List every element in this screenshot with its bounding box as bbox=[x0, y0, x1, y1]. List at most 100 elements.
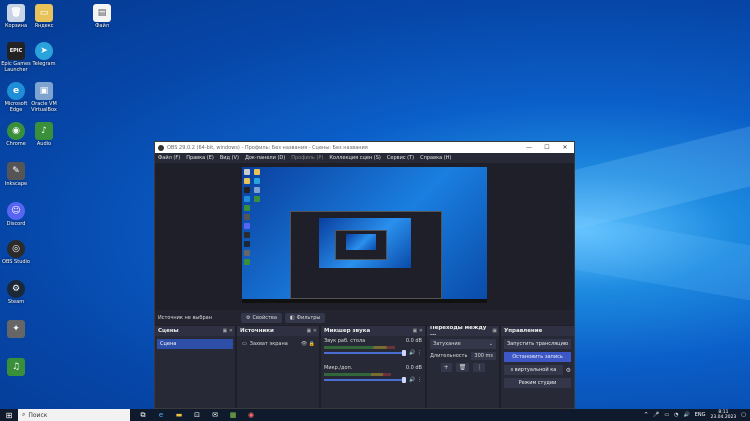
desktop-icon-steam[interactable]: ⚙ Steam bbox=[0, 280, 32, 305]
stop-recording-button[interactable]: Остановить запись bbox=[504, 352, 571, 362]
menu-docks[interactable]: Док-панели (D) bbox=[242, 155, 288, 161]
obs-taskbar-icon[interactable]: ◉ bbox=[242, 409, 260, 421]
transitions-dock: Переходы между ... ▣ Затухание ⌄ Длительно… bbox=[427, 326, 499, 408]
wallpaper-beam bbox=[575, 214, 750, 301]
scene-item[interactable]: Сцена bbox=[157, 339, 233, 349]
transition-select[interactable]: Затухание ⌄ bbox=[430, 339, 496, 349]
task-view-icon[interactable]: ⧉ bbox=[134, 409, 152, 421]
search-icon: ⌕ bbox=[22, 411, 26, 418]
system-tray: ^ 🎤 ▭ ◔ 🔊 ENG 8:11 23.04.2023 ▢ bbox=[644, 410, 750, 420]
window-title: OBS 29.0.2 (64-bit, windows) - Профиль: … bbox=[167, 144, 368, 151]
mic-icon[interactable]: 🎤 bbox=[653, 412, 659, 418]
taskbar: ⊞ ⌕ Поиск ⧉ e ▬ ⊡ ✉ ▦ ◉ ^ 🎤 ▭ ◔ 🔊 ENG 8:… bbox=[0, 409, 750, 421]
close-icon[interactable]: ✕ bbox=[556, 144, 574, 151]
preview-taskbar bbox=[242, 299, 487, 303]
visibility-eye-icon[interactable]: 👁 🔒 bbox=[301, 341, 315, 347]
menu-file[interactable]: Файл (F) bbox=[155, 155, 183, 161]
menu-help[interactable]: Справка (H) bbox=[417, 155, 454, 161]
menu-edit[interactable]: Правка (E) bbox=[183, 155, 217, 161]
notifications-icon[interactable]: ▢ bbox=[741, 412, 746, 418]
channel-name: Микр./доп. bbox=[324, 365, 353, 371]
app-green-icon[interactable]: ▦ bbox=[224, 409, 242, 421]
menu-view[interactable]: Вид (V) bbox=[217, 155, 242, 161]
source-item[interactable]: ▭ Захват экрана 👁 🔒 bbox=[239, 339, 317, 349]
telegram-icon: ➤ bbox=[35, 42, 53, 60]
desktop-icon-discord[interactable]: ☺ Discord bbox=[0, 202, 32, 227]
volume-slider[interactable]: 🔊 ⋮ bbox=[324, 377, 422, 383]
desktop-icon-folder[interactable]: ▭ Яндекс bbox=[28, 4, 60, 29]
battery-icon[interactable]: ▭ bbox=[664, 412, 669, 418]
desktop-icon-telegram[interactable]: ➤ Telegram bbox=[28, 42, 60, 67]
maximize-icon[interactable]: ☐ bbox=[538, 144, 556, 151]
duration-input[interactable]: 300 ms bbox=[471, 352, 496, 360]
speaker-icon[interactable]: 🔊 ⋮ bbox=[409, 377, 422, 383]
mixer-channel-desktop: Звук раб. стола 0.0 dB 🔊 ⋮ bbox=[321, 336, 425, 357]
desktop-icon-virtualbox[interactable]: ▣ Oracle VM VirtualBox bbox=[28, 82, 60, 113]
desktop-icon-file[interactable]: ▤ Файл bbox=[86, 4, 118, 29]
more-icon[interactable]: ⋮ bbox=[473, 363, 486, 372]
clock[interactable]: 8:11 23.04.2023 bbox=[711, 410, 737, 420]
network-icon[interactable]: ◔ bbox=[674, 412, 678, 418]
menu-profile[interactable]: Профиль (P) bbox=[288, 155, 326, 161]
preview-desktop-icons bbox=[244, 169, 254, 268]
slider-knob[interactable] bbox=[402, 377, 407, 383]
delete-icon[interactable]: 🗑 bbox=[455, 363, 470, 372]
gear-icon[interactable]: ⚙ bbox=[566, 367, 571, 374]
volume-icon[interactable]: 🔊 bbox=[683, 412, 689, 418]
nested-preview-1 bbox=[290, 211, 442, 299]
speaker-icon[interactable]: 🔊 ⋮ bbox=[409, 350, 422, 356]
preview-canvas[interactable] bbox=[242, 167, 487, 303]
explorer-icon[interactable]: ▬ bbox=[170, 409, 188, 421]
app-icon: ♫ bbox=[7, 358, 25, 376]
obs-icon: ◎ bbox=[7, 240, 25, 258]
monitor-icon: ▭ bbox=[242, 341, 247, 347]
slider-knob[interactable] bbox=[402, 350, 407, 356]
controls-dock: Управление Запустить трансляцию Останови… bbox=[501, 326, 574, 408]
chevron-up-icon[interactable]: ^ bbox=[644, 412, 648, 418]
sources-dock-header: Источники ▣ ✕ bbox=[237, 326, 319, 336]
folder-icon: ▭ bbox=[35, 4, 53, 22]
dock-menu-icon[interactable]: ▣ ✕ bbox=[306, 328, 317, 334]
desktop-icon-misc2[interactable]: ♫ bbox=[0, 358, 32, 377]
virtual-camera-button[interactable]: з виртуальной ка bbox=[504, 365, 563, 375]
desktop-icon-inkscape[interactable]: ✎ Inkscape bbox=[0, 162, 32, 187]
volume-meter bbox=[324, 346, 395, 349]
filter-icon: ◧ bbox=[289, 314, 295, 321]
desktop-icon-obs[interactable]: ◎ OBS Studio bbox=[0, 240, 32, 265]
menu-tools[interactable]: Сервис (T) bbox=[384, 155, 417, 161]
chrome-icon: ◉ bbox=[7, 122, 25, 140]
obs-app-icon bbox=[158, 144, 164, 151]
language-indicator[interactable]: ENG bbox=[695, 412, 706, 418]
volume-meter bbox=[324, 373, 391, 376]
studio-mode-button[interactable]: Режим студии bbox=[504, 378, 571, 388]
menu-scene-collection[interactable]: Коллекция сцен (S) bbox=[326, 155, 384, 161]
store-icon[interactable]: ⊡ bbox=[188, 409, 206, 421]
audio-mixer-header: Микшер звука ▣ ✕ bbox=[321, 326, 425, 336]
minimize-icon[interactable]: — bbox=[520, 144, 538, 151]
desktop-icon-audio[interactable]: ♪ Audio bbox=[28, 122, 60, 147]
add-icon[interactable]: + bbox=[440, 363, 452, 372]
gear-icon: ⚙ bbox=[246, 314, 251, 321]
edge-icon: e bbox=[7, 82, 25, 100]
dock-menu-icon[interactable]: ▣ bbox=[492, 328, 497, 334]
desktop-icon-misc[interactable]: ✦ bbox=[0, 320, 32, 339]
properties-button[interactable]: ⚙ Свойства bbox=[241, 312, 282, 323]
edge-icon[interactable]: e bbox=[152, 409, 170, 421]
channel-db: 0.0 dB bbox=[405, 365, 422, 371]
volume-slider[interactable]: 🔊 ⋮ bbox=[324, 350, 422, 356]
scenes-dock: Сцены ▣ ✕ Сцена bbox=[155, 326, 235, 408]
virtualbox-icon: ▣ bbox=[35, 82, 53, 100]
source-toolbar: Источник не выбран ⚙ Свойства ◧ Фильтры bbox=[155, 310, 574, 325]
audio-app-icon: ♪ bbox=[35, 122, 53, 140]
start-streaming-button[interactable]: Запустить трансляцию bbox=[504, 339, 571, 349]
mail-icon[interactable]: ✉ bbox=[206, 409, 224, 421]
channel-db: 0.0 dB bbox=[405, 338, 422, 344]
windows-start-icon[interactable]: ⊞ bbox=[0, 411, 18, 420]
filters-button[interactable]: ◧ Фильтры bbox=[284, 312, 326, 323]
channel-name: Звук раб. стола bbox=[324, 338, 366, 344]
taskbar-search[interactable]: ⌕ Поиск bbox=[18, 409, 130, 421]
dock-menu-icon[interactable]: ▣ ✕ bbox=[412, 328, 423, 334]
dock-menu-icon[interactable]: ▣ ✕ bbox=[222, 328, 233, 334]
steam-icon: ⚙ bbox=[7, 280, 25, 298]
window-titlebar[interactable]: OBS 29.0.2 (64-bit, windows) - Профиль: … bbox=[155, 142, 574, 153]
